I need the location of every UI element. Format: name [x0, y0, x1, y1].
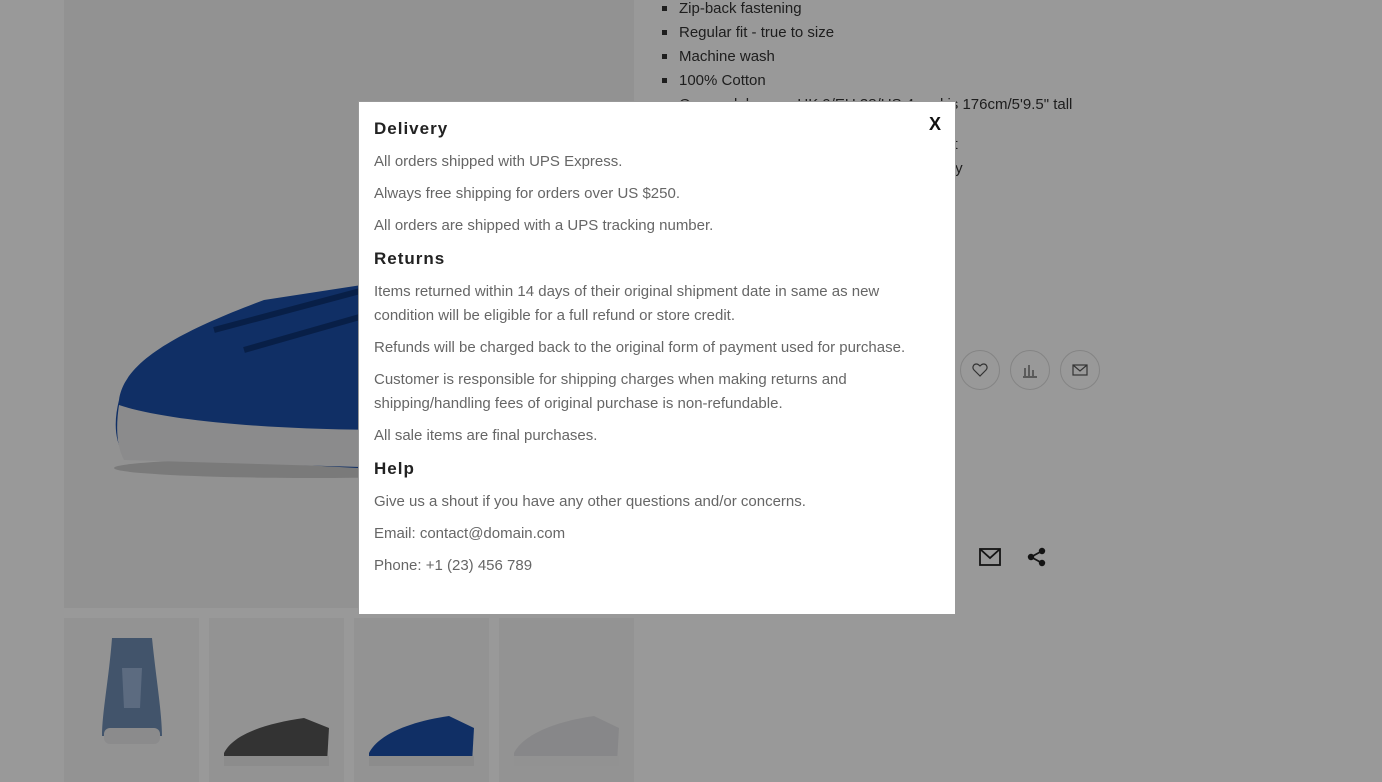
modal-paragraph: All sale items are final purchases. — [374, 427, 598, 444]
close-button[interactable]: X — [929, 114, 941, 134]
modal-paragraph: All orders are shipped with a UPS tracki… — [374, 217, 714, 234]
modal-paragraph: All orders shipped with UPS Express. — [374, 153, 623, 170]
contact-phone: Phone: +1 (23) 456 789 — [374, 557, 533, 574]
section-heading-help: Help — [374, 459, 415, 478]
modal-paragraph: Always free shipping for orders over US … — [374, 185, 680, 202]
modal-paragraph: Customer is responsible for shipping cha… — [374, 371, 847, 412]
modal-paragraph: Items returned within 14 days of their o… — [374, 283, 880, 324]
modal-paragraph: Refunds will be charged back to the orig… — [374, 339, 906, 356]
delivery-returns-modal: X Delivery All orders shipped with UPS E… — [358, 101, 956, 615]
modal-paragraph: Give us a shout if you have any other qu… — [374, 493, 806, 510]
section-heading-returns: Returns — [374, 249, 446, 268]
contact-email: Email: contact@domain.com — [374, 525, 566, 542]
section-heading-delivery: Delivery — [374, 119, 449, 138]
